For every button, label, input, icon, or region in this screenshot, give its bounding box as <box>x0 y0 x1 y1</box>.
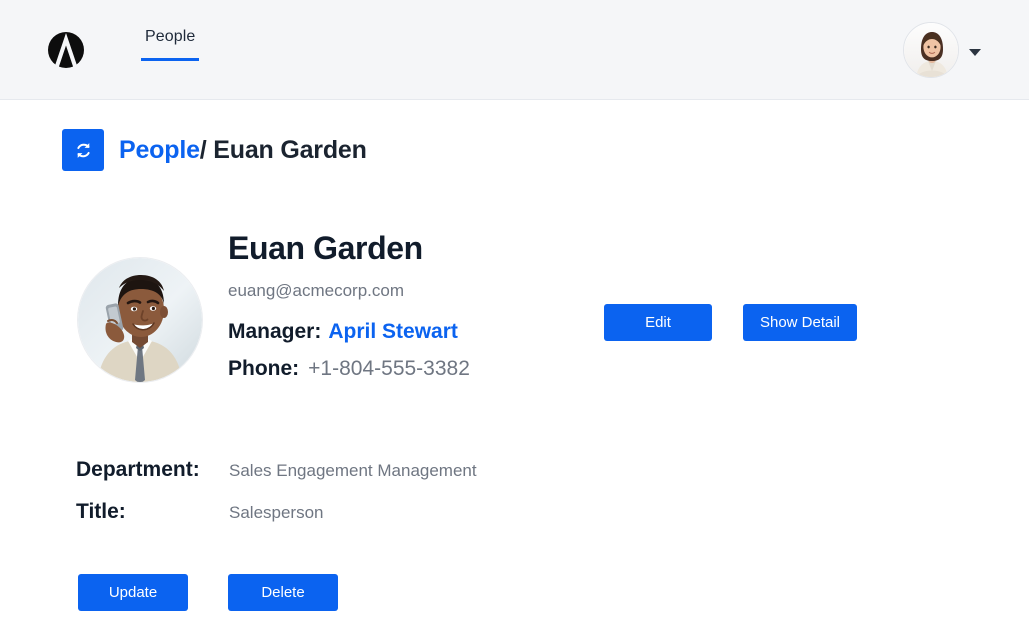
chevron-down-icon[interactable] <box>969 48 981 56</box>
page-title: Euan Garden <box>228 230 423 266</box>
breadcrumb-current: Euan Garden <box>213 136 367 164</box>
breadcrumb-link-people[interactable]: People <box>119 136 200 164</box>
delete-button[interactable]: Delete <box>228 574 338 611</box>
detail-row-title: Title: Salesperson <box>76 498 477 527</box>
show-detail-button[interactable]: Show Detail <box>743 304 857 341</box>
phone-label: Phone: <box>228 357 300 380</box>
title-value: Salesperson <box>229 503 324 522</box>
person-email: euang@acmecorp.com <box>228 281 405 300</box>
refresh-icon <box>76 142 90 158</box>
department-label: Department: <box>76 458 200 481</box>
breadcrumb-separator: / <box>199 136 207 164</box>
primary-tabs: People <box>140 27 200 61</box>
tab-people-label: People <box>145 28 196 45</box>
detail-fields: Department: Sales Engagement Management … <box>76 456 477 527</box>
phone-field: Phone: +1-804-555-3382 <box>228 356 470 382</box>
department-value: Sales Engagement Management <box>229 461 477 480</box>
top-navigation-bar: People <box>0 0 1029 100</box>
avatar[interactable] <box>903 22 959 78</box>
tab-people[interactable]: People <box>140 27 200 61</box>
refresh-button[interactable] <box>62 129 104 171</box>
phone-value: +1-804-555-3382 <box>308 357 470 380</box>
account-menu[interactable] <box>903 22 981 78</box>
person-photo <box>78 258 202 382</box>
acme-logo-icon[interactable] <box>44 28 88 72</box>
breadcrumb: People/ Euan Garden <box>119 135 367 165</box>
person-info: Euan Garden euang@acmecorp.com Manager: A… <box>228 228 470 382</box>
update-button[interactable]: Update <box>78 574 188 611</box>
detail-row-department: Department: Sales Engagement Management <box>76 456 477 485</box>
manager-label: Manager: <box>228 320 322 343</box>
manager-link[interactable]: April Stewart <box>328 320 458 343</box>
breadcrumb-row: People/ Euan Garden <box>62 129 367 171</box>
title-label: Title: <box>76 500 126 523</box>
manager-field: Manager: April Stewart <box>228 319 470 345</box>
edit-button[interactable]: Edit <box>604 304 712 341</box>
